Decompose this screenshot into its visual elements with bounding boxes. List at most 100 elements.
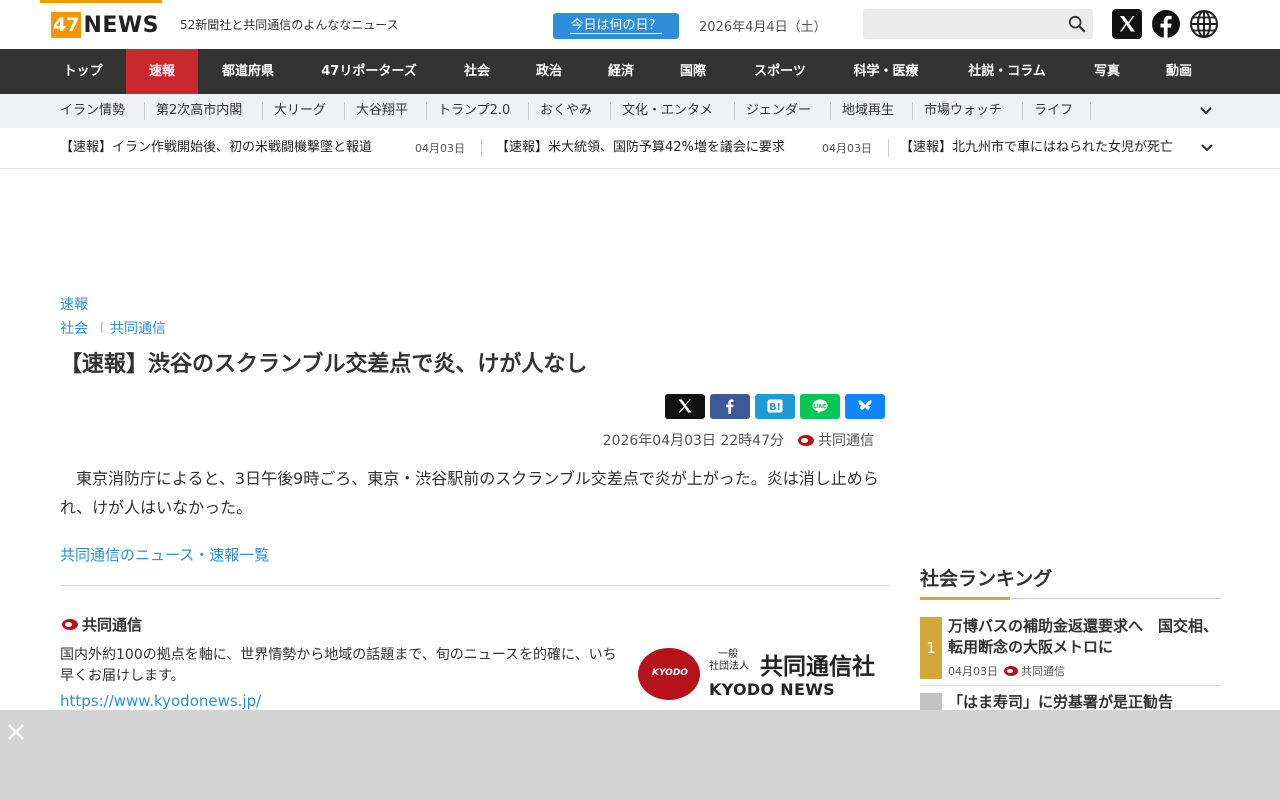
article-title: 【速報】渋谷のスクランブル交差点で炎、けが人なし — [60, 352, 588, 377]
ranking-underline-accent — [920, 597, 1010, 600]
breaking-news-ticker: 【速報】イラン作戦開始後、初の米戦闘機撃墜と報道 04月03日 【速報】米大統領… — [0, 128, 1280, 169]
nav-science-medical[interactable]: 科学・医療 — [836, 49, 936, 94]
line-icon: LINE — [812, 399, 828, 414]
nav-videos[interactable]: 動画 — [1148, 49, 1210, 94]
kyodo-logo-icon — [1004, 666, 1018, 676]
ticker-headline[interactable]: 【速報】北九州市で車にはねられた女児が死亡 — [900, 128, 1195, 168]
logo-word: NEWS — [83, 12, 160, 38]
topic-mlb[interactable]: 大リーグ — [274, 94, 326, 128]
rank-number-1: 1 — [920, 617, 942, 679]
topic-regional[interactable]: 地域再生 — [842, 94, 894, 128]
topic-gender[interactable]: ジェンダー — [746, 94, 811, 128]
article-source: 共同通信 — [818, 433, 874, 449]
nav-top[interactable]: トップ — [41, 49, 125, 94]
chevron-down-icon[interactable] — [1199, 105, 1213, 117]
share-x-button[interactable] — [665, 394, 705, 419]
breadcrumb-society[interactable]: 社会 — [60, 318, 88, 338]
topic-obituaries[interactable]: おくやみ — [540, 94, 592, 128]
nav-economy[interactable]: 経済 — [588, 49, 654, 94]
kyodo-logo-icon — [798, 434, 814, 446]
kyodo-logo-small-1: 一般 — [718, 649, 738, 660]
ticker-date: 04月03日 — [822, 142, 872, 155]
ranking-item-title[interactable]: 万博バスの補助金返還要求へ 国交相、転用断念の大阪メトロに — [948, 616, 1218, 658]
topic-divider — [912, 102, 913, 120]
today-in-history-button[interactable]: 今日は何の日？ — [553, 13, 679, 39]
nav-photos[interactable]: 写真 — [1076, 49, 1138, 94]
topic-divider — [528, 102, 529, 120]
article-datetime: 2026年04月03日 22時47分 — [602, 433, 784, 449]
hatena-bookmark-icon: B! — [767, 399, 783, 413]
facebook-icon — [726, 399, 734, 414]
topic-divider — [830, 102, 831, 120]
share-bluesky-button[interactable] — [845, 394, 885, 419]
current-date: 2026年4月4日（土） — [699, 20, 827, 35]
svg-text:LINE: LINE — [814, 404, 827, 410]
bottom-ad-overlay — [0, 710, 1280, 800]
share-facebook-button[interactable] — [710, 394, 750, 419]
nav-politics[interactable]: 政治 — [516, 49, 582, 94]
nav-society[interactable]: 社会 — [444, 49, 510, 94]
topic-divider — [610, 102, 611, 120]
bluesky-icon — [858, 400, 872, 410]
ticker-divider — [481, 139, 482, 157]
nav-editorials[interactable]: 社説・コラム — [950, 49, 1064, 94]
kyodo-logo-small-text: 一般 社団法人 — [709, 649, 749, 673]
topic-divider — [144, 102, 145, 120]
kyodo-logo-english: KYODO NEWS — [709, 680, 835, 699]
topic-divider — [734, 102, 735, 120]
nav-international[interactable]: 国際 — [660, 49, 726, 94]
topic-divider — [1090, 102, 1091, 120]
ranking-item-source: 共同通信 — [1021, 665, 1065, 678]
source-url-link[interactable]: https://www.kyodonews.jp/ — [60, 692, 261, 710]
close-icon[interactable] — [6, 722, 26, 742]
source-name: 共同通信 — [62, 614, 142, 635]
ticker-headline[interactable]: 【速報】イラン作戦開始後、初の米戦闘機撃墜と報道 — [60, 128, 400, 168]
share-line-button[interactable]: LINE — [800, 394, 840, 419]
search-input[interactable] — [863, 9, 1069, 39]
site-logo[interactable]: 47 NEWS — [51, 12, 159, 38]
globe-language-icon[interactable] — [1189, 9, 1219, 39]
svg-text:B!: B! — [769, 402, 781, 413]
ticker-date: 04月03日 — [415, 142, 465, 155]
x-twitter-icon[interactable] — [1112, 9, 1142, 39]
topic-divider — [262, 102, 263, 120]
breadcrumb-kyodo[interactable]: 共同通信 — [110, 318, 166, 338]
topic-trump[interactable]: トランプ2.0 — [438, 94, 510, 128]
kyodo-news-list-link[interactable]: 共同通信のニュース・速報一覧 — [60, 544, 269, 565]
topic-ohtani[interactable]: 大谷翔平 — [356, 94, 408, 128]
topic-market[interactable]: 市場ウォッチ — [924, 94, 1002, 128]
article-meta: 2026年04月03日 22時47分 共同通信 — [603, 430, 874, 450]
topic-culture[interactable]: 文化・エンタメ — [622, 94, 713, 128]
article-category-link[interactable]: 速報 — [60, 294, 88, 314]
nav-breaking[interactable]: 速報 — [126, 49, 198, 94]
today-button-label: 今日は何の日？ — [570, 18, 662, 34]
kyodo-logo-icon — [62, 619, 78, 630]
kyodo-logo-japanese: 共同通信社 — [760, 654, 875, 680]
share-hatena-button[interactable]: B! — [755, 394, 795, 419]
chevron-down-icon[interactable] — [1200, 142, 1214, 154]
site-header: 47 NEWS 52新聞社と共同通信のよんななニュース 今日は何の日？ 2026… — [0, 0, 1280, 49]
source-description: 国内外約100の拠点を軸に、世界情勢から地域の話題まで、旬のニュースを的確に、い… — [60, 647, 617, 684]
kyodo-logo-circle: KYODO — [638, 648, 700, 700]
ranking-item-date: 04月03日 — [948, 665, 998, 678]
logo-number: 47 — [51, 12, 82, 38]
kyodo-news-logo[interactable]: KYODO 一般 社団法人 共同通信社 KYODO NEWS — [638, 645, 888, 705]
ticker-headline[interactable]: 【速報】米大統領、国防予算42%増を議会に要求 — [496, 128, 808, 168]
article-body: 東京消防庁によると、3日午後9時ごろ、東京・渋谷駅前のスクランブル交差点で炎が上… — [60, 469, 879, 517]
nav-prefectures[interactable]: 都道府県 — [204, 49, 292, 94]
section-divider — [60, 585, 890, 586]
search-icon[interactable] — [1068, 15, 1086, 33]
kyodo-logo-small-2: 社団法人 — [709, 661, 749, 672]
topic-life[interactable]: ライフ — [1034, 94, 1073, 128]
facebook-icon[interactable] — [1151, 9, 1181, 39]
topic-takaichi-cabinet[interactable]: 第2次高市内閣 — [156, 94, 242, 128]
search-box — [863, 9, 1093, 39]
nav-sports[interactable]: スポーツ — [736, 49, 824, 94]
ticker-divider — [888, 139, 889, 157]
topic-divider — [344, 102, 345, 120]
topic-iran[interactable]: イラン情勢 — [60, 94, 125, 128]
topic-divider — [1022, 102, 1023, 120]
nav-47reporters[interactable]: 47リポーターズ — [304, 49, 434, 94]
breadcrumb-separator: | — [100, 320, 104, 333]
topic-navigation: イラン情勢 第2次高市内閣 大リーグ 大谷翔平 トランプ2.0 おくやみ 文化・… — [0, 94, 1280, 128]
